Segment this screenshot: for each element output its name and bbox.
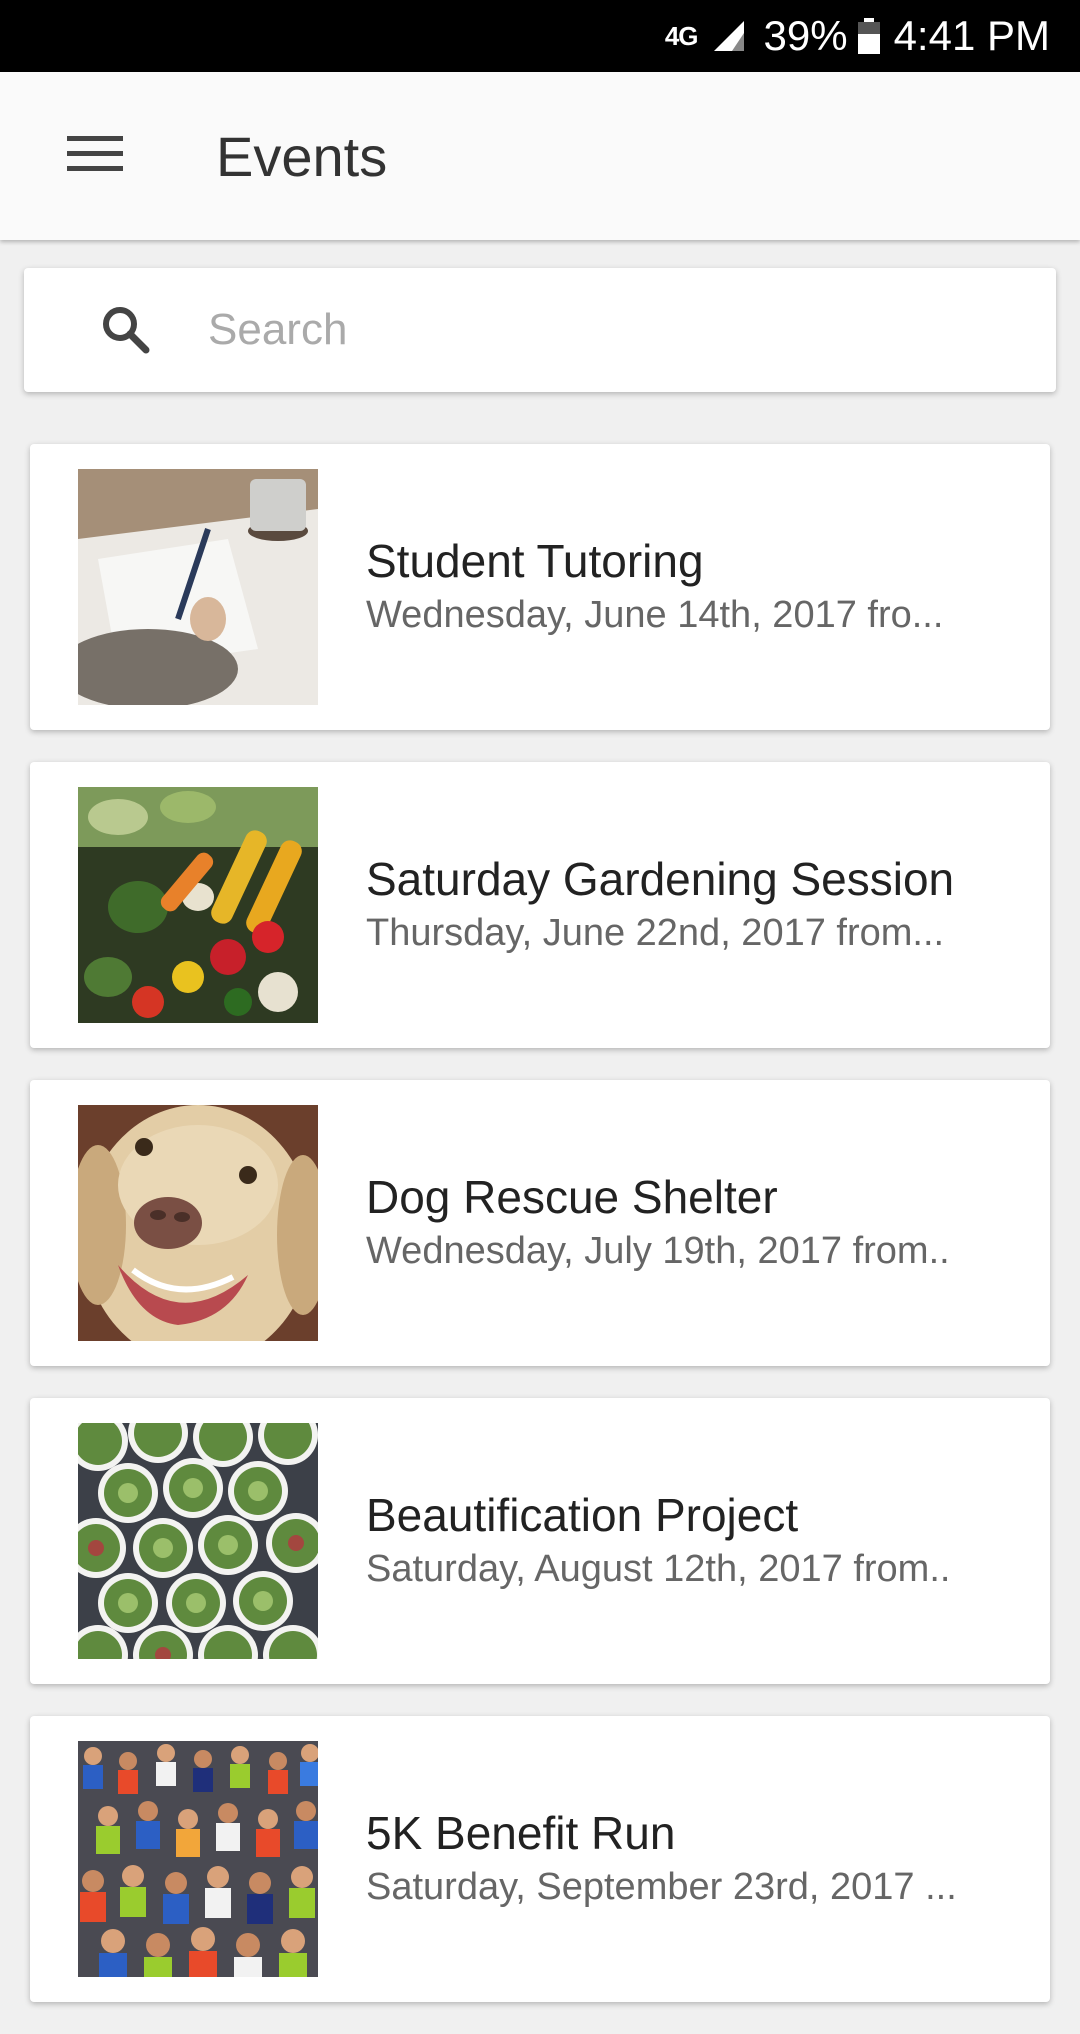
event-card[interactable]: 5K Benefit Run Saturday, September 23rd,… [30,1716,1050,2002]
event-date: Wednesday, July 19th, 2017 from.. [366,1230,950,1272]
event-list: Student Tutoring Wednesday, June 14th, 2… [30,444,1050,2034]
network-type: 4G [664,20,699,51]
event-card[interactable]: Dog Rescue Shelter Wednesday, July 19th,… [30,1080,1050,1366]
app-bar: Events [0,72,1080,240]
event-thumbnail [78,469,318,705]
search-bar[interactable] [24,268,1056,392]
event-thumbnail [78,1741,318,1977]
clock: 4:41 PM [893,12,1050,59]
event-date: Thursday, June 22nd, 2017 from... [366,912,945,954]
event-date: Saturday, August 12th, 2017 from.. [366,1548,951,1590]
battery-percent: 39% [763,12,848,59]
event-title: Student Tutoring [366,535,704,587]
event-date: Wednesday, June 14th, 2017 fro... [366,594,944,636]
battery-icon [857,18,880,54]
signal-icon [713,21,744,51]
search-icon [103,307,150,354]
event-card[interactable]: Student Tutoring Wednesday, June 14th, 2… [30,444,1050,730]
page-title: Events [216,125,388,188]
event-thumbnail [78,1105,318,1341]
hamburger-menu-icon [67,136,123,171]
event-thumbnail [78,787,318,1023]
event-date: Saturday, September 23rd, 2017 ... [366,1866,957,1908]
menu-button[interactable] [58,122,132,186]
event-title: Dog Rescue Shelter [366,1171,778,1223]
event-thumbnail [78,1423,318,1659]
event-title: Beautification Project [366,1489,799,1541]
event-card[interactable]: Beautification Project Saturday, August … [30,1398,1050,1684]
status-bar: 4G 39% 4:41 PM [0,0,1080,72]
search-input[interactable] [208,290,1008,370]
event-title: Saturday Gardening Session [366,853,955,905]
event-title: 5K Benefit Run [366,1807,676,1859]
event-card[interactable]: Saturday Gardening Session Thursday, Jun… [30,762,1050,1048]
